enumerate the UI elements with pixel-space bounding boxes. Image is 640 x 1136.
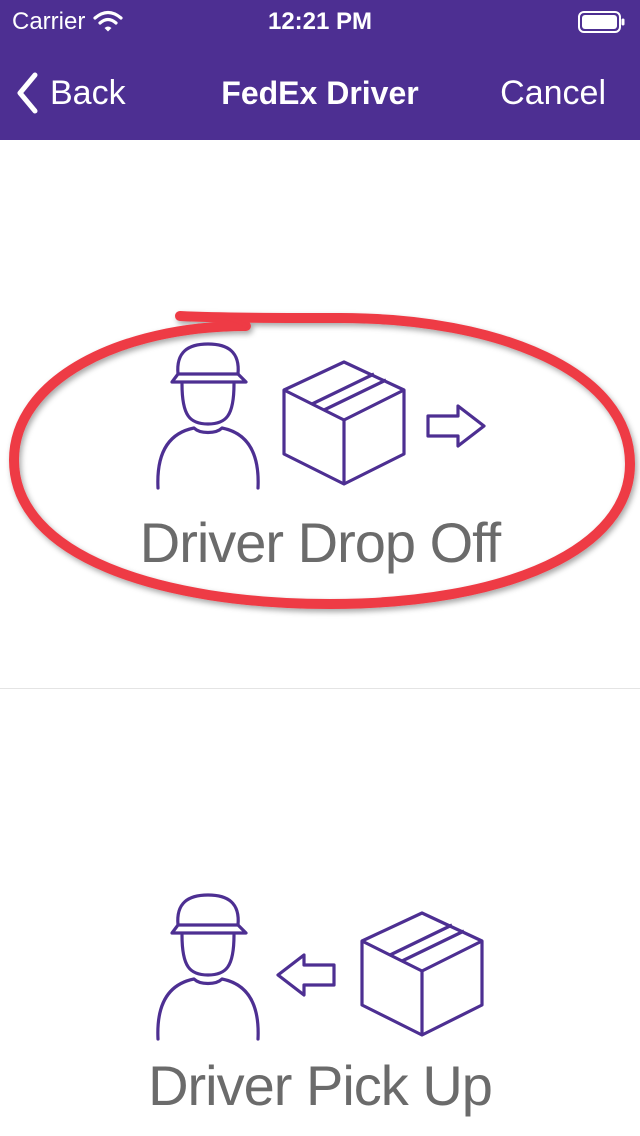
driver-icon [156, 342, 260, 490]
arrow-right-icon [426, 404, 486, 448]
package-box-icon [282, 360, 406, 486]
back-label: Back [50, 73, 126, 112]
option-label: Driver Drop Off [139, 511, 501, 574]
chevron-left-icon [17, 72, 38, 114]
back-button[interactable]: Back [14, 66, 126, 120]
option-driver-pick-up[interactable]: Driver Pick Up [0, 689, 640, 1136]
driver-icon [156, 893, 260, 1041]
package-box-icon [360, 911, 484, 1037]
status-time: 12:21 PM [267, 8, 373, 35]
arrow-left-icon [276, 953, 336, 997]
navigation-bar: Carrier 12:21 PM Back FedEx Driver Cance… [0, 0, 640, 140]
option-label: Driver Pick Up [148, 1054, 493, 1117]
cancel-button[interactable]: Cancel [500, 66, 606, 120]
battery-icon [578, 11, 625, 33]
option-driver-drop-off[interactable]: Driver Drop Off [0, 140, 640, 688]
